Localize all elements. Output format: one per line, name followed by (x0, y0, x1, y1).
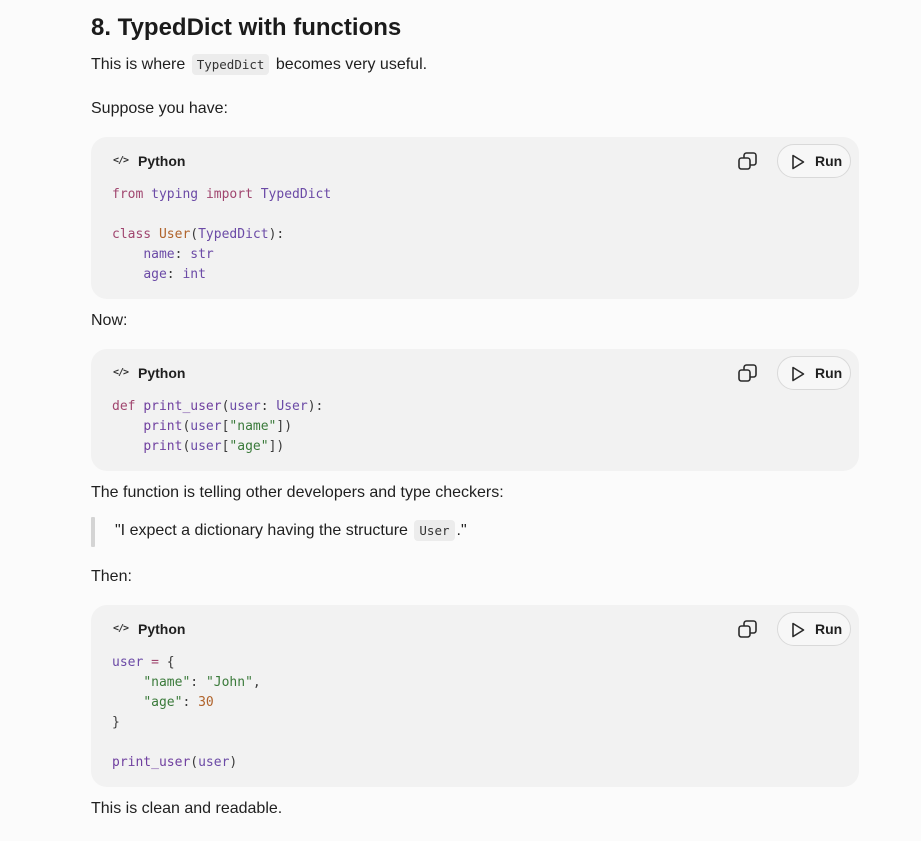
code-content: user = { "name": "John", "age": 30} print… (112, 653, 261, 773)
copy-code-button[interactable] (737, 619, 759, 641)
blockquote-bar (91, 517, 95, 547)
code-language-label: Python (138, 621, 186, 637)
code-content: from typing import TypedDict class User(T… (112, 185, 331, 285)
run-code-button[interactable]: Run (777, 612, 851, 646)
code-icon: </> (113, 367, 129, 378)
code-block-header: </> Python Run (91, 349, 859, 399)
inline-code-typeddict: TypedDict (191, 54, 270, 75)
code-line: print(user["age"]) (143, 439, 285, 454)
blockquote-text: "I expect a dictionary having the struct… (115, 519, 467, 543)
code-line: print(user["name"]) (143, 419, 293, 434)
code-block: </> Python Run user = { "name": "John", … (91, 605, 859, 787)
run-button-label: Run (815, 153, 843, 169)
copy-icon (738, 152, 757, 170)
code-icon: </> (113, 155, 129, 166)
code-line: "age": 30 (143, 695, 214, 710)
suppose-paragraph: Suppose you have: (91, 100, 228, 117)
blockquote: "I expect a dictionary having the struct… (91, 517, 859, 547)
intro-text-before: This is where (91, 56, 186, 73)
code-block-header: </> Python Run (91, 605, 859, 655)
code-line: from typing import TypedDict (112, 187, 332, 202)
code-language-label: Python (138, 365, 186, 381)
code-line: name: str (143, 247, 214, 262)
quote-text-after: ." (456, 522, 467, 539)
code-line: } (112, 715, 120, 730)
code-block: </> Python Run def print_user(user: User… (91, 349, 859, 471)
copy-icon (738, 364, 757, 382)
section-heading: 8. TypedDict with functions (91, 14, 402, 41)
code-line: class User(TypedDict): (112, 227, 285, 242)
code-content: def print_user(user: User): print(user["… (112, 397, 323, 457)
then-paragraph: Then: (91, 568, 132, 585)
intro-paragraph: This is where TypedDict becomes very use… (91, 53, 427, 77)
code-block-header: </> Python Run (91, 137, 859, 187)
run-code-button[interactable]: Run (777, 356, 851, 390)
inline-code-user: User (414, 520, 455, 541)
copy-code-button[interactable] (737, 151, 759, 173)
play-icon (792, 154, 805, 170)
quote-text-before: "I expect a dictionary having the struct… (115, 522, 408, 539)
intro-text-after: becomes very useful. (275, 56, 428, 73)
closing-paragraph: This is clean and readable. (91, 800, 283, 817)
code-icon: </> (113, 623, 129, 634)
code-language-label: Python (138, 153, 186, 169)
play-icon (792, 622, 805, 638)
copy-code-button[interactable] (737, 363, 759, 385)
run-button-label: Run (815, 621, 843, 637)
code-block: </> Python Run from typing import TypedD… (91, 137, 859, 299)
code-line: user = { (112, 655, 175, 670)
function-paragraph: The function is telling other developers… (91, 484, 504, 501)
code-line: print_user(user) (112, 755, 238, 770)
now-paragraph: Now: (91, 312, 128, 329)
code-line: "name": "John", (143, 675, 261, 690)
code-line: age: int (143, 267, 206, 282)
copy-icon (738, 620, 757, 638)
code-line: def print_user(user: User): (112, 399, 324, 414)
run-code-button[interactable]: Run (777, 144, 851, 178)
play-icon (792, 366, 805, 382)
run-button-label: Run (815, 365, 843, 381)
